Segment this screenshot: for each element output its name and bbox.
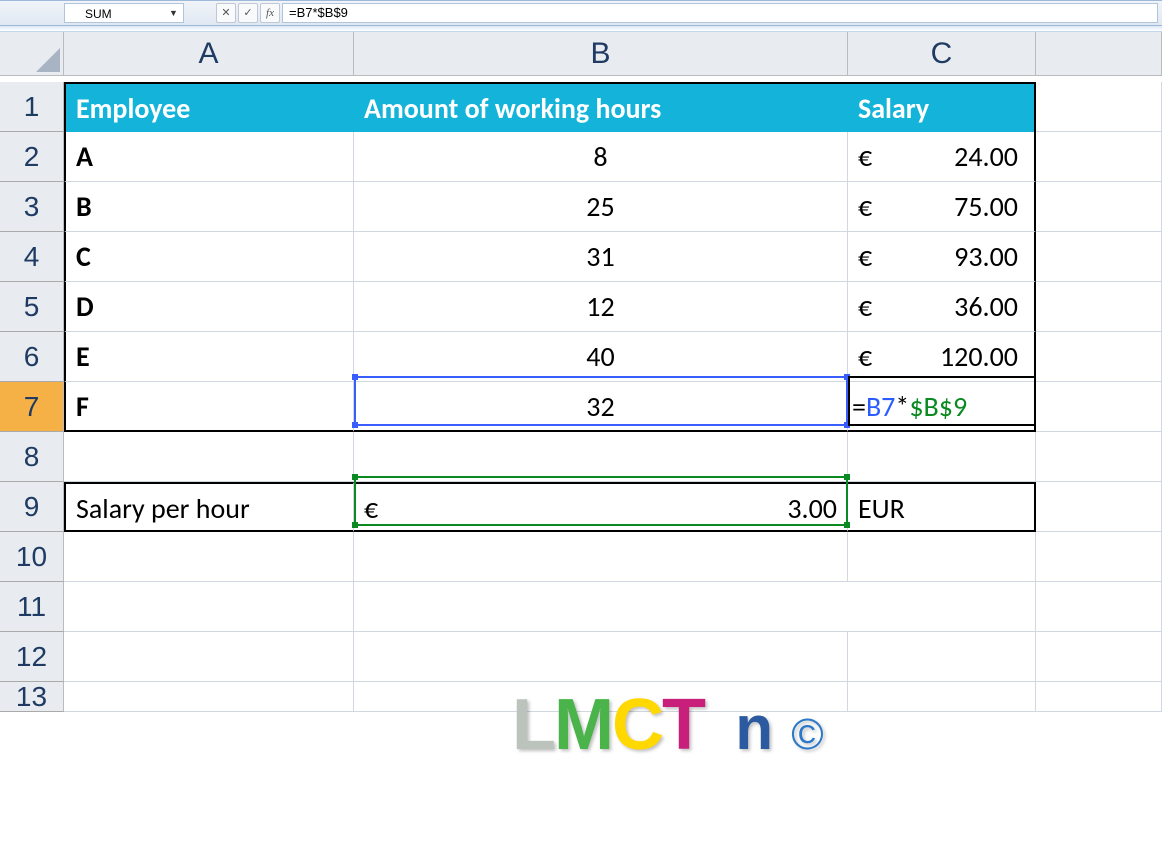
cell-A11[interactable]: [64, 582, 354, 632]
cell-D12[interactable]: [1036, 632, 1162, 682]
cell-C2[interactable]: €24.00: [848, 132, 1036, 182]
row-header-1[interactable]: 1: [0, 82, 64, 132]
formula-bar: SUM ▼ ✕ ✓ fx =B7*$B$9: [0, 0, 1162, 26]
row-header-9[interactable]: 9: [0, 482, 64, 532]
column-header-A[interactable]: A: [64, 32, 354, 76]
sheet-area: A B C 1 Employee Amount of working hours…: [0, 32, 1162, 732]
cell-D9[interactable]: [1036, 482, 1162, 532]
cell-D6[interactable]: [1036, 332, 1162, 382]
watermark: LMCT n ©: [440, 602, 822, 848]
cell-A4[interactable]: C: [64, 232, 354, 282]
cell-D10[interactable]: [1036, 532, 1162, 582]
name-box-dropdown-icon[interactable]: ▼: [166, 6, 181, 21]
row-header-3[interactable]: 3: [0, 182, 64, 232]
formula-input[interactable]: =B7*$B$9: [282, 3, 1158, 23]
cancel-button[interactable]: ✕: [216, 3, 236, 23]
column-header-blank[interactable]: [1036, 32, 1162, 76]
cell-C12[interactable]: [848, 632, 1036, 682]
cell-C7[interactable]: =B7*$B$9: [848, 382, 1036, 432]
cell-B8[interactable]: [354, 432, 848, 482]
cell-A12[interactable]: [64, 632, 354, 682]
row-header-2[interactable]: 2: [0, 132, 64, 182]
cell-D3[interactable]: [1036, 182, 1162, 232]
cell-C9[interactable]: EUR: [848, 482, 1036, 532]
cell-B4[interactable]: 31: [354, 232, 848, 282]
row-header-10[interactable]: 10: [0, 532, 64, 582]
cell-D8[interactable]: [1036, 432, 1162, 482]
cell-D2[interactable]: [1036, 132, 1162, 182]
cell-B5[interactable]: 12: [354, 282, 848, 332]
cell-C10[interactable]: [848, 532, 1036, 582]
cell-C13[interactable]: [848, 682, 1036, 712]
row-header-5[interactable]: 5: [0, 282, 64, 332]
cell-B3[interactable]: 25: [354, 182, 848, 232]
formula-text: =B7*$B$9: [289, 5, 348, 20]
cell-C3[interactable]: €75.00: [848, 182, 1036, 232]
name-box-value: SUM: [85, 7, 112, 21]
cell-A7[interactable]: F: [64, 382, 354, 432]
row-header-4[interactable]: 4: [0, 232, 64, 282]
cell-C8[interactable]: [848, 432, 1036, 482]
cell-C1[interactable]: Salary: [848, 82, 1036, 132]
cell-A13[interactable]: [64, 682, 354, 712]
cell-B9[interactable]: €3.00: [354, 482, 848, 532]
enter-button[interactable]: ✓: [238, 3, 258, 23]
cell-B6[interactable]: 40: [354, 332, 848, 382]
cell-D13[interactable]: [1036, 682, 1162, 712]
cell-A1[interactable]: Employee: [64, 82, 354, 132]
cell-C4[interactable]: €93.00: [848, 232, 1036, 282]
cell-D1[interactable]: [1036, 82, 1162, 132]
cell-A3[interactable]: B: [64, 182, 354, 232]
cell-A2[interactable]: A: [64, 132, 354, 182]
cell-A10[interactable]: [64, 532, 354, 582]
cell-D7[interactable]: [1036, 382, 1162, 432]
cell-C5[interactable]: €36.00: [848, 282, 1036, 332]
row-header-11[interactable]: 11: [0, 582, 64, 632]
cell-B10[interactable]: [354, 532, 848, 582]
column-header-B[interactable]: B: [354, 32, 848, 76]
select-all-corner[interactable]: [0, 32, 64, 76]
row-header-8[interactable]: 8: [0, 432, 64, 482]
cell-A8[interactable]: [64, 432, 354, 482]
row-header-13[interactable]: 13: [0, 682, 64, 712]
row-header-7[interactable]: 7: [0, 382, 64, 432]
cell-D4[interactable]: [1036, 232, 1162, 282]
name-box[interactable]: SUM ▼: [64, 3, 184, 23]
row-header-6[interactable]: 6: [0, 332, 64, 382]
cell-A6[interactable]: E: [64, 332, 354, 382]
cell-C11[interactable]: [848, 582, 1036, 632]
insert-function-button[interactable]: fx: [260, 3, 280, 23]
cell-B1[interactable]: Amount of working hours: [354, 82, 848, 132]
cell-A5[interactable]: D: [64, 282, 354, 332]
cell-B7[interactable]: 32: [354, 382, 848, 432]
cell-B2[interactable]: 8: [354, 132, 848, 182]
cell-C6[interactable]: €120.00: [848, 332, 1036, 382]
row-header-12[interactable]: 12: [0, 632, 64, 682]
cell-D11[interactable]: [1036, 582, 1162, 632]
cell-D5[interactable]: [1036, 282, 1162, 332]
cell-A9[interactable]: Salary per hour: [64, 482, 354, 532]
column-header-C[interactable]: C: [848, 32, 1036, 76]
